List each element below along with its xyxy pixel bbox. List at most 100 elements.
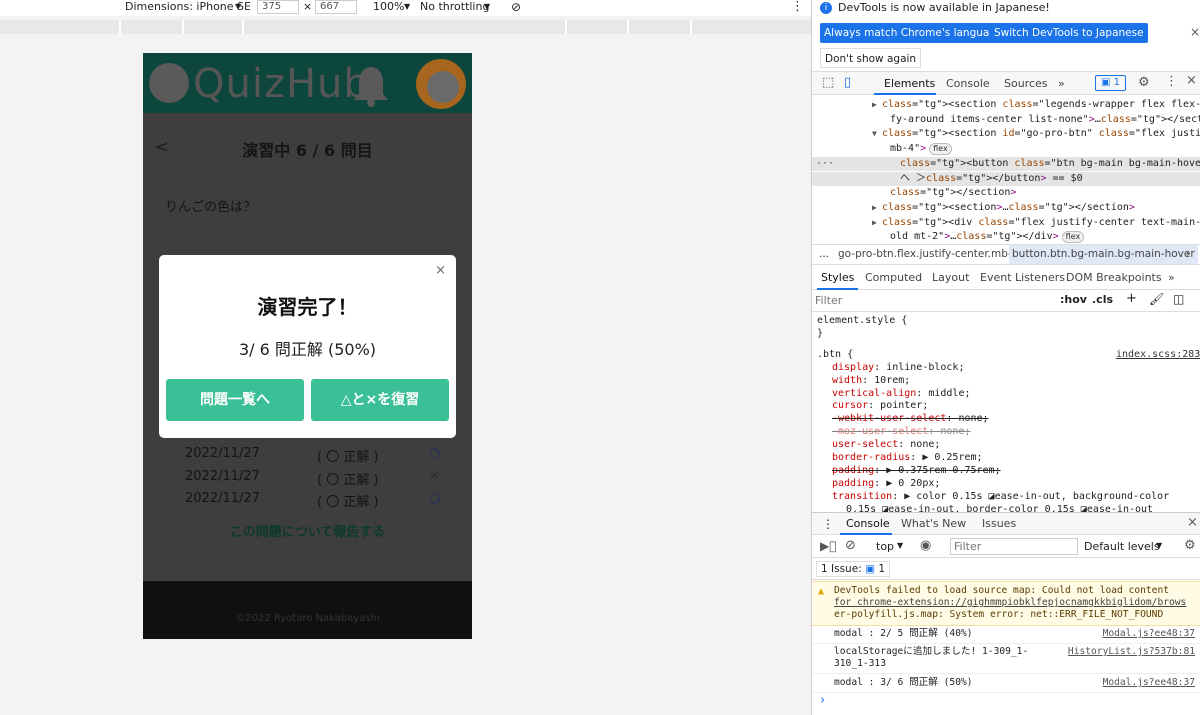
cls-toggle[interactable]: .cls bbox=[1092, 293, 1113, 306]
sidebar-toggle-icon[interactable]: ◫ bbox=[1173, 292, 1184, 306]
more-subtabs[interactable]: » bbox=[1168, 271, 1175, 284]
dom-node-line[interactable]: old mt-2">…class="tg"></div> flex bbox=[890, 230, 1085, 244]
chevron-right-icon[interactable]: › bbox=[1186, 245, 1190, 264]
style-declaration[interactable]: padding: ▶ 0 20px; bbox=[832, 478, 940, 491]
style-value[interactable]: ▶ 0.25rem; bbox=[922, 452, 982, 463]
style-property[interactable]: cursor bbox=[832, 400, 868, 411]
warning-link[interactable]: for chrome-extension://gighmmpiobklfepjo… bbox=[834, 597, 1186, 609]
rotate-icon[interactable]: ⊘ bbox=[511, 0, 521, 14]
plus-icon[interactable]: + bbox=[1126, 291, 1137, 306]
style-value[interactable]: none; bbox=[958, 413, 988, 424]
ruler-segment[interactable] bbox=[692, 20, 811, 34]
style-value[interactable]: ▶ color 0.15s ◪ease-in-out, background-c… bbox=[904, 491, 1169, 502]
style-value[interactable]: 0.15s ◪ease-in-out, border-color 0.15s ◪… bbox=[846, 504, 1153, 512]
dom-node-line[interactable]: class="tg"><section id="go-pro-btn" clas… bbox=[882, 127, 1200, 142]
dom-node-line[interactable]: fy-around items-center list-none">…class… bbox=[890, 113, 1200, 128]
tab-layout[interactable]: Layout bbox=[932, 271, 969, 284]
throttling-dropdown[interactable]: No throttling bbox=[420, 0, 489, 14]
tab-console[interactable]: Console bbox=[946, 77, 990, 90]
ruler-segment[interactable] bbox=[629, 20, 692, 34]
tab-dom-breakpoints[interactable]: DOM Breakpoints bbox=[1066, 271, 1162, 284]
expand-right-icon[interactable]: ▶ bbox=[872, 98, 877, 113]
app-logo[interactable]: QuizHub bbox=[193, 61, 370, 107]
tab-issues[interactable]: Issues bbox=[982, 517, 1016, 530]
ruler-segment[interactable] bbox=[121, 20, 184, 34]
more-tabs[interactable]: » bbox=[1058, 77, 1065, 90]
style-declaration[interactable]: user-select: none; bbox=[832, 439, 940, 452]
style-value[interactable]: none; bbox=[910, 439, 940, 450]
height-input[interactable]: 667 bbox=[315, 0, 357, 14]
tab-event-listeners[interactable]: Event Listeners bbox=[980, 271, 1065, 284]
close-icon[interactable]: × bbox=[1186, 73, 1197, 88]
style-value[interactable]: ▶ 0 20px; bbox=[886, 478, 940, 489]
style-declaration[interactable]: width: 10rem; bbox=[832, 375, 910, 388]
match-language-button[interactable]: Always match Chrome's language bbox=[820, 23, 1007, 43]
inspect-icon[interactable]: ⬚ bbox=[822, 75, 834, 90]
more-options-icon[interactable]: ⋮ bbox=[822, 517, 834, 531]
eye-icon[interactable]: ◉ bbox=[920, 538, 931, 553]
dom-node-line[interactable]: class="tg"></section> bbox=[890, 186, 1016, 201]
bell-icon[interactable] bbox=[351, 63, 391, 107]
flex-badge[interactable]: flex bbox=[1061, 231, 1085, 244]
node-menu-icon[interactable]: ··· bbox=[816, 157, 834, 172]
ruler-segment[interactable] bbox=[244, 20, 567, 34]
style-property[interactable]: border-radius bbox=[832, 452, 910, 463]
ruler-segment[interactable] bbox=[184, 20, 244, 34]
tab-elements[interactable]: Elements bbox=[884, 77, 935, 90]
style-property[interactable]: -webkit-user-select bbox=[832, 413, 946, 424]
console-prompt[interactable]: › bbox=[820, 693, 825, 708]
close-icon[interactable]: × bbox=[1187, 515, 1198, 530]
style-declaration[interactable]: vertical-align: middle; bbox=[832, 388, 971, 401]
gear-icon[interactable]: ⚙ bbox=[1138, 75, 1150, 90]
zoom-dropdown[interactable]: 100% bbox=[373, 0, 404, 14]
style-declaration[interactable]: border-radius: ▶ 0.25rem; bbox=[832, 452, 983, 465]
style-selector[interactable]: element.style { bbox=[817, 315, 907, 328]
style-declaration[interactable]: -webkit-user-select: none; bbox=[832, 413, 989, 426]
review-button[interactable]: △と×を復習 bbox=[311, 379, 449, 421]
dom-node-line[interactable]: mb-4"> flex bbox=[890, 142, 952, 157]
tab-console-drawer[interactable]: Console bbox=[846, 517, 890, 530]
style-selector[interactable]: .btn {index.scss:283 bbox=[817, 349, 1200, 362]
gear-icon[interactable]: ⚙ bbox=[1184, 538, 1196, 553]
sidebar-toggle-icon[interactable]: ▶⃞ bbox=[820, 539, 836, 553]
style-property[interactable]: display bbox=[832, 362, 874, 373]
console-filter-input[interactable] bbox=[950, 538, 1078, 555]
style-declaration[interactable]: -moz-user-select: none; bbox=[832, 426, 970, 439]
dimensions-dropdown[interactable]: Dimensions: iPhone SE bbox=[125, 0, 251, 14]
style-property[interactable]: padding bbox=[832, 465, 874, 476]
tab-computed[interactable]: Computed bbox=[865, 271, 922, 284]
expand-down-icon[interactable]: ▼ bbox=[872, 127, 877, 142]
switch-language-button[interactable]: Switch DevTools to Japanese bbox=[990, 23, 1148, 43]
style-property[interactable]: vertical-align bbox=[832, 388, 916, 399]
flex-badge[interactable]: flex bbox=[929, 143, 952, 156]
close-icon[interactable]: × bbox=[1190, 25, 1200, 39]
style-property[interactable]: -moz-user-select bbox=[832, 426, 928, 437]
breadcrumb-ellipsis[interactable]: ... bbox=[819, 245, 829, 264]
style-property[interactable]: transition bbox=[832, 491, 892, 502]
width-input[interactable]: 375 bbox=[257, 0, 299, 14]
log-source-link[interactable]: Modal.js?ee48:37 bbox=[1103, 677, 1195, 689]
more-options-icon[interactable]: ⋮ bbox=[791, 0, 804, 14]
style-property[interactable]: width bbox=[832, 375, 862, 386]
style-property[interactable]: user-select bbox=[832, 439, 898, 450]
clear-console-icon[interactable]: ⊘ bbox=[845, 538, 856, 553]
styles-filter-input[interactable] bbox=[815, 292, 1045, 309]
ruler-segment[interactable] bbox=[567, 20, 629, 34]
style-declaration[interactable]: cursor: pointer; bbox=[832, 400, 928, 413]
style-value[interactable]: ▶ 0.375rem–0.75rem; bbox=[886, 465, 1000, 476]
close-icon[interactable]: × bbox=[435, 263, 446, 278]
dom-node-line[interactable]: class="tg"><div class="flex justify-cent… bbox=[882, 216, 1200, 231]
style-selector[interactable]: } bbox=[817, 328, 823, 341]
style-value[interactable]: middle; bbox=[928, 388, 970, 399]
tab-sources[interactable]: Sources bbox=[1004, 77, 1048, 90]
hov-toggle[interactable]: :hov bbox=[1060, 293, 1087, 306]
context-selector[interactable]: top bbox=[876, 540, 894, 553]
style-value[interactable]: pointer; bbox=[880, 400, 928, 411]
dom-node-line[interactable]: class="tg"><section>…class="tg"></sectio… bbox=[882, 201, 1135, 216]
breadcrumb-section[interactable]: go-pro-btn.flex.justify-center.mb-4 bbox=[838, 245, 1018, 264]
report-link[interactable]: この問題について報告する bbox=[143, 521, 472, 540]
log-source-link[interactable]: Modal.js?ee48:37 bbox=[1103, 628, 1195, 640]
log-levels-dropdown[interactable]: Default levels bbox=[1084, 540, 1160, 553]
style-property[interactable]: padding bbox=[832, 478, 874, 489]
style-declaration[interactable]: 0.15s ◪ease-in-out, border-color 0.15s ◪… bbox=[846, 504, 1153, 512]
